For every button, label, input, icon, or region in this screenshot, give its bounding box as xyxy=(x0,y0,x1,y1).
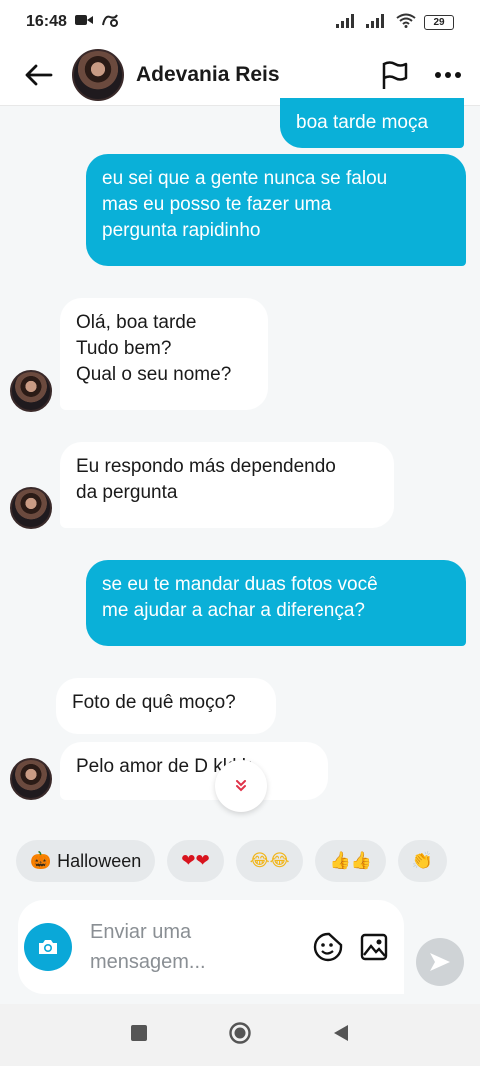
circle-icon xyxy=(229,1021,251,1044)
system-nav-bar xyxy=(0,1004,480,1066)
chip-halloween[interactable]: 🎃 Halloween xyxy=(16,840,156,882)
chip-hearts[interactable]: ❤❤ xyxy=(167,840,224,882)
home-button[interactable] xyxy=(228,1021,252,1050)
message-bubble-incoming[interactable]: Pelo amor de D kkkk xyxy=(60,742,328,800)
image-icon xyxy=(360,933,388,961)
message-list[interactable]: boa tarde moça eu sei que a gente nunca … xyxy=(0,98,480,826)
recents-button[interactable] xyxy=(130,1024,148,1047)
square-icon xyxy=(131,1024,147,1041)
send-button[interactable] xyxy=(416,938,464,986)
chip-clap[interactable]: 👏 xyxy=(397,840,447,882)
status-time: 16:48 xyxy=(26,13,67,30)
status-bar: 16:48 29 xyxy=(0,0,480,44)
pumpkin-emoji: 🎃 xyxy=(30,851,52,871)
double-chevron-down-icon xyxy=(236,780,246,792)
chip-laughing[interactable]: 😂😂 xyxy=(235,840,304,882)
sticker-button[interactable] xyxy=(312,931,344,963)
sender-avatar[interactable] xyxy=(10,487,52,529)
message-bubble-incoming[interactable]: Eu respondo más dependendo da pergunta xyxy=(60,442,394,528)
chat-header: Adevania Reis xyxy=(0,44,480,106)
flag-icon xyxy=(382,60,408,89)
contact-name[interactable]: Adevania Reis xyxy=(136,63,280,87)
clap-emoji: 👏 xyxy=(411,851,433,871)
signal-icon xyxy=(336,13,358,31)
chip-label: Halloween xyxy=(57,850,142,871)
back-nav-button[interactable] xyxy=(332,1023,350,1048)
back-button[interactable] xyxy=(18,55,58,95)
notification-icon xyxy=(101,13,119,32)
message-input[interactable]: Enviar uma mensagem... xyxy=(90,917,260,977)
sender-avatar[interactable] xyxy=(10,758,52,800)
more-dots-icon xyxy=(435,71,461,78)
message-bubble-outgoing[interactable]: eu sei que a gente nunca se falou mas eu… xyxy=(86,154,466,266)
signal-icon-2 xyxy=(366,13,388,31)
wifi-icon xyxy=(396,13,416,31)
sticker-icon xyxy=(313,932,343,962)
more-options-button[interactable] xyxy=(434,71,462,79)
send-arrow-icon xyxy=(430,953,450,971)
message-bubble-incoming[interactable]: Foto de quê moço? xyxy=(56,678,276,734)
triangle-back-icon xyxy=(334,1024,348,1041)
camera-button[interactable] xyxy=(24,923,72,971)
quick-reply-chips: 🎃 Halloween ❤❤ 😂😂 👍👍 👏 xyxy=(16,840,480,884)
arrow-left-icon xyxy=(25,64,53,85)
report-button[interactable] xyxy=(380,60,408,90)
camera-icon xyxy=(39,940,57,954)
hearts-emoji: ❤❤ xyxy=(181,851,210,871)
gallery-button[interactable] xyxy=(360,933,388,961)
message-bubble-outgoing[interactable]: boa tarde moça xyxy=(280,98,464,148)
message-bubble-outgoing[interactable]: se eu te mandar duas fotos você me ajuda… xyxy=(86,560,466,646)
laughing-emoji: 😂😂 xyxy=(249,851,290,871)
sender-avatar[interactable] xyxy=(10,370,52,412)
message-composer: Enviar uma mensagem... xyxy=(18,900,404,994)
battery-icon: 29 xyxy=(424,14,454,30)
contact-avatar[interactable] xyxy=(72,48,124,101)
video-camera-icon xyxy=(74,13,93,31)
message-bubble-incoming[interactable]: Olá, boa tarde Tudo bem? Qual o seu nome… xyxy=(60,298,268,410)
scroll-to-bottom-button[interactable] xyxy=(215,760,267,812)
chip-thumbs-up[interactable]: 👍👍 xyxy=(315,840,386,882)
thumbs-up-emoji: 👍👍 xyxy=(329,851,372,871)
